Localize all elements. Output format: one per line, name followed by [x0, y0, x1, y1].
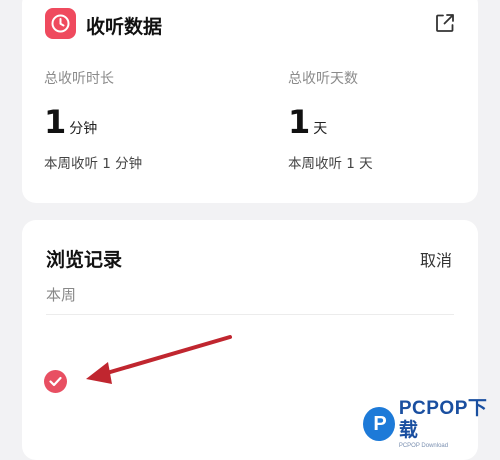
period-label: 本周 [46, 286, 77, 304]
weekly-duration: 本周收听 1 分钟 [44, 156, 143, 172]
weekly-days: 本周收听 1 天 [288, 156, 373, 172]
total-days-metric: 总收听天数 1 天 本周收听 1 天 [288, 68, 373, 172]
total-days-unit: 天 [313, 121, 328, 137]
select-check-icon[interactable] [44, 370, 67, 393]
watermark-logo: P PCPOP下载 PCPOP Download [363, 398, 500, 450]
stats-title: 收听数据 [86, 16, 163, 38]
browse-history-title: 浏览记录 [46, 249, 123, 271]
total-duration-label: 总收听时长 [44, 71, 114, 87]
listening-stats-card: 收听数据 总收听时长 1 分钟 本周收听 1 分钟 总收听天数 1 天 本周收听… [22, 0, 478, 203]
watermark-brand: PCPOP下载 [398, 398, 488, 441]
clock-icon [45, 8, 76, 39]
divider [46, 314, 454, 315]
pcpop-logo-icon: P [363, 407, 395, 441]
total-days-label: 总收听天数 [288, 71, 358, 87]
total-duration-value: 1 [44, 103, 67, 141]
total-duration-metric: 总收听时长 1 分钟 本周收听 1 分钟 [44, 68, 142, 172]
external-link-icon[interactable] [435, 13, 455, 33]
total-days-value: 1 [288, 103, 311, 141]
total-duration-unit: 分钟 [69, 121, 98, 137]
cancel-button[interactable]: 取消 [420, 247, 452, 271]
watermark-sub: PCPOP Download [398, 443, 449, 449]
